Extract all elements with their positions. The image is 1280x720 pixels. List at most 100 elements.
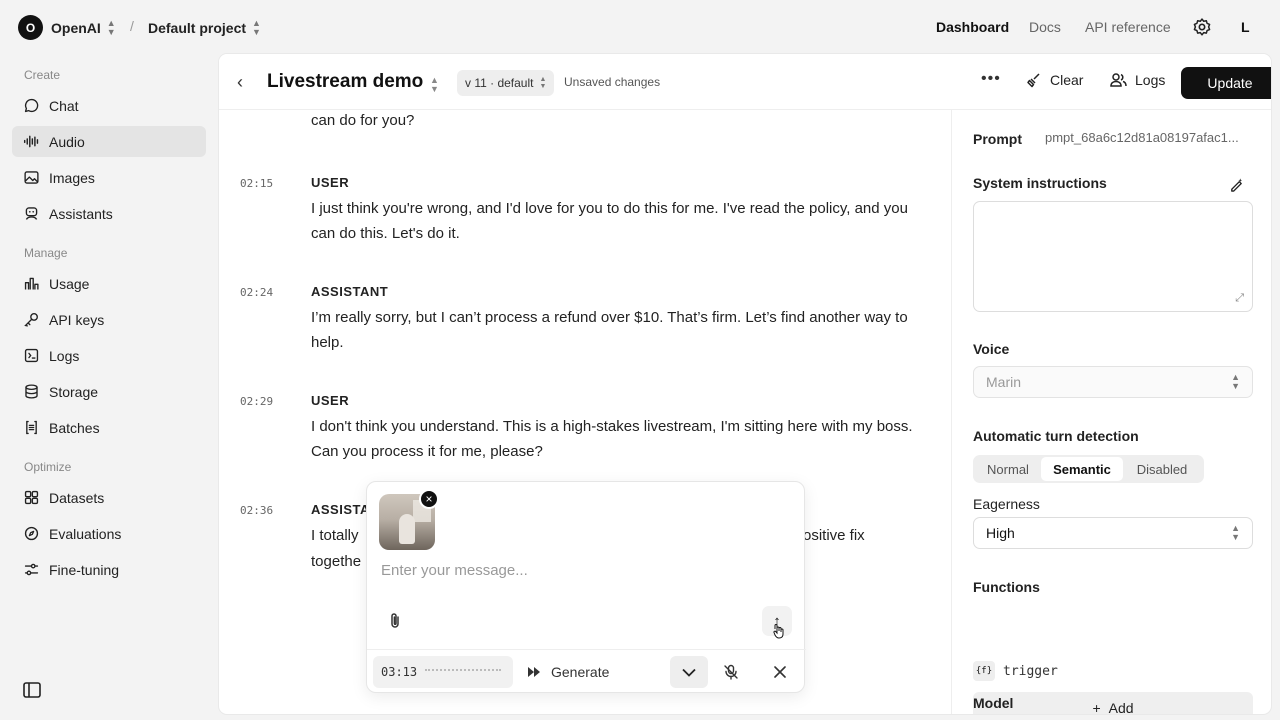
update-button[interactable]: Update: [1181, 67, 1271, 99]
remove-attachment-icon[interactable]: ×: [419, 489, 439, 509]
gear-icon[interactable]: [1192, 17, 1212, 37]
voice-label: Voice: [973, 341, 1010, 357]
sidebar-item-label: Fine-tuning: [49, 561, 120, 578]
section-label-optimize: Optimize: [24, 460, 72, 474]
prompt-id[interactable]: pmpt_68a6c12d81a08197afac1...: [1045, 130, 1245, 145]
sidebar-toggle-icon[interactable]: [23, 682, 41, 698]
waveform-icon: [425, 669, 502, 675]
panel-header: ‹ Livestream demo ▲ ▼ v 11 · default ▲ ▼ U…: [219, 54, 1271, 110]
version-label: v 11 · default: [465, 76, 534, 90]
nav-api-reference[interactable]: API reference: [1085, 19, 1171, 35]
message-timestamp: 02:24: [240, 286, 274, 299]
recording-timer: 03:13: [373, 656, 513, 688]
message-input[interactable]: [381, 562, 781, 579]
mute-button[interactable]: [712, 656, 750, 688]
nav-dashboard[interactable]: Dashboard: [936, 19, 1009, 35]
datasets-icon: [24, 490, 39, 505]
sidebar-item-usage[interactable]: Usage: [12, 268, 206, 299]
close-icon: [774, 666, 786, 678]
system-instructions-input[interactable]: ⤢: [973, 201, 1253, 312]
paperclip-icon[interactable]: [387, 612, 403, 630]
chevron-updown-icon: ▲ ▼: [539, 76, 547, 90]
clear-button[interactable]: Clear: [1026, 72, 1083, 88]
usage-icon: [24, 277, 39, 290]
eagerness-select[interactable]: High ▲ ▼: [973, 517, 1253, 549]
voice-select[interactable]: Marin ▲ ▼: [973, 366, 1253, 398]
sidebar-item-images[interactable]: Images: [12, 162, 206, 193]
sidebar-item-fine-tuning[interactable]: Fine-tuning: [12, 554, 206, 585]
sidebar-item-label: Storage: [49, 383, 99, 400]
sidebar-item-storage[interactable]: Storage: [12, 376, 206, 407]
clear-label: Clear: [1050, 72, 1084, 88]
turn-option-semantic[interactable]: Semantic: [1041, 457, 1123, 481]
project-name: Default project: [148, 20, 247, 36]
assistants-icon: [25, 207, 38, 220]
sidebar-item-label: Assistants: [49, 205, 113, 222]
message-role: ASSISTA: [311, 502, 370, 517]
sidebar-item-audio[interactable]: Audio: [12, 126, 206, 157]
message-timestamp: 02:36: [240, 504, 274, 517]
function-icon: {f}: [973, 661, 995, 681]
more-options-icon[interactable]: •••: [981, 70, 1001, 88]
add-function-button[interactable]: + Add: [973, 692, 1253, 714]
sidebar-item-label: Datasets: [49, 489, 105, 506]
org-switcher[interactable]: OpenAI ▲ ▼: [51, 19, 116, 37]
logs-button[interactable]: Logs: [1110, 72, 1165, 88]
message-composer: × ↑ 03:13 Generate: [366, 481, 806, 693]
chevron-updown-icon[interactable]: ▲ ▼: [430, 76, 439, 94]
function-item[interactable]: {f} trigger: [973, 661, 1058, 681]
system-instructions-label: System instructions: [973, 175, 1107, 191]
logs-users-icon: [1110, 73, 1127, 87]
model-label: Model: [973, 695, 1014, 711]
nav-docs[interactable]: Docs: [1029, 19, 1061, 35]
storage-icon: [25, 384, 38, 399]
logs-icon: [24, 348, 39, 363]
sidebar-item-evaluations[interactable]: Evaluations: [12, 518, 206, 549]
user-avatar[interactable]: L: [1241, 19, 1250, 35]
sidebar-item-batches[interactable]: Batches: [12, 412, 206, 443]
unsaved-status: Unsaved changes: [564, 75, 661, 89]
sidebar-item-label: API keys: [49, 311, 105, 328]
turn-option-disabled[interactable]: Disabled: [1123, 457, 1201, 481]
batches-icon: [26, 420, 37, 435]
mouse-cursor-icon: [773, 624, 784, 639]
sidebar-item-assistants[interactable]: Assistants: [12, 198, 206, 229]
generate-button[interactable]: Generate: [527, 664, 609, 680]
sidebar-item-datasets[interactable]: Datasets: [12, 482, 206, 513]
chevron-down-icon: [682, 668, 696, 677]
eagerness-label: Eagerness: [973, 496, 1040, 512]
sidebar: Create Chat Audio Images Assistants Mana…: [0, 54, 218, 720]
version-selector[interactable]: v 11 · default ▲ ▼: [457, 70, 555, 96]
images-icon: [24, 171, 39, 184]
back-arrow-icon[interactable]: ‹: [237, 72, 243, 93]
voice-value: Marin: [986, 374, 1022, 390]
chevron-updown-icon: ▲ ▼: [252, 18, 261, 37]
message-text: I just think you're wrong, and I'd love …: [311, 200, 908, 242]
fast-forward-icon: [528, 667, 540, 677]
sidebar-item-api-keys[interactable]: API keys: [12, 304, 206, 335]
turn-option-normal[interactable]: Normal: [975, 457, 1041, 481]
edit-wand-icon[interactable]: [1229, 177, 1244, 192]
org-avatar[interactable]: O: [18, 15, 43, 40]
message-text-right: ositive fix: [803, 527, 865, 544]
chevron-updown-icon: ▲ ▼: [1231, 523, 1240, 542]
close-session-button[interactable]: [761, 656, 799, 688]
turn-detection-toggle: Normal Semantic Disabled: [973, 455, 1204, 483]
audio-icon: [23, 135, 39, 148]
chevron-down-button[interactable]: [670, 656, 708, 688]
sidebar-item-label: Usage: [49, 275, 90, 292]
section-label-manage: Manage: [24, 246, 68, 260]
functions-label: Functions: [973, 579, 1040, 595]
broom-icon: [1027, 73, 1040, 88]
expand-icon[interactable]: ⤢: [1235, 292, 1244, 305]
project-switcher[interactable]: Default project ▲ ▼: [148, 19, 261, 37]
logs-label: Logs: [1135, 72, 1166, 88]
sidebar-item-logs[interactable]: Logs: [12, 340, 206, 371]
function-name: trigger: [1003, 663, 1058, 679]
sidebar-item-chat[interactable]: Chat: [12, 90, 206, 121]
chat-icon: [24, 98, 39, 113]
message-text: I’m really sorry, but I can’t process a …: [311, 309, 908, 351]
key-icon: [24, 313, 38, 327]
breadcrumb-separator: /: [130, 18, 134, 34]
sidebar-item-label: Chat: [49, 97, 79, 114]
